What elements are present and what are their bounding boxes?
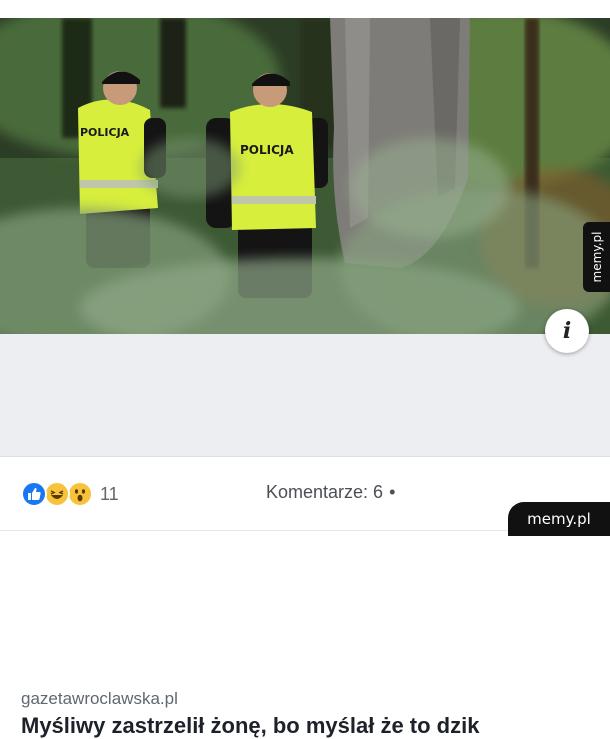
bullet-separator: • [389, 482, 396, 502]
vest-label-right: POLICJA [240, 143, 294, 157]
comments-label[interactable]: Komentarze: 6 [266, 482, 383, 502]
reaction-count: 11 [100, 483, 119, 504]
link-title[interactable]: Myśliwy zastrzelił żonę, bo myślał że to… [21, 713, 479, 739]
wow-icon [67, 481, 93, 507]
info-icon[interactable]: i [545, 309, 589, 353]
article-photo[interactable]: POLICJA POLICJA [0, 18, 610, 334]
photo-illustration: POLICJA POLICJA [0, 18, 610, 334]
comments-count[interactable]: Komentarze: 6 • [266, 482, 395, 503]
haha-icon [44, 481, 70, 507]
vest-label-left: POLICJA [80, 126, 130, 139]
watermark-side-text: memy.pl [589, 231, 604, 283]
like-icon [21, 481, 47, 507]
reactions-summary[interactable]: 11 [21, 480, 119, 508]
link-preview-caption[interactable]: gazetawroclawska.pl Myśliwy zastrzelił ż… [0, 334, 610, 738]
watermark-bottom: memy.pl [508, 502, 610, 536]
link-domain: gazetawroclawska.pl [21, 689, 178, 708]
divider [0, 456, 610, 457]
watermark-bottom-text: memy.pl [527, 510, 591, 528]
watermark-side: memy.pl [583, 222, 610, 292]
top-bar [0, 0, 610, 18]
